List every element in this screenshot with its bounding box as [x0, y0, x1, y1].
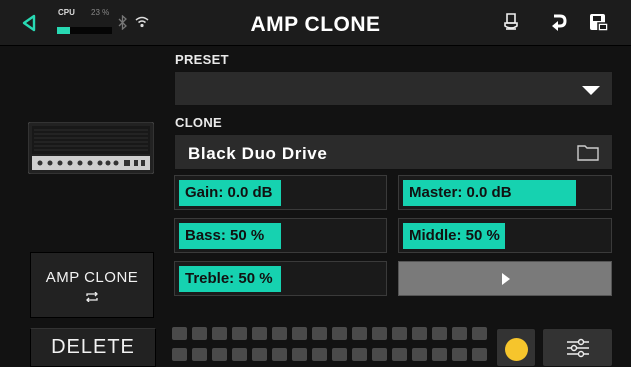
chain-block[interactable] — [312, 327, 327, 340]
delete-button[interactable]: DELETE — [30, 328, 156, 367]
bass-label: Bass: 50 % — [185, 227, 265, 244]
clone-name: Black Duo Drive — [188, 144, 328, 163]
page-title: AMP CLONE — [250, 13, 381, 36]
chain-block[interactable] — [432, 327, 447, 340]
settings-button[interactable] — [542, 328, 613, 367]
amp-clone-button-label: AMP CLONE — [45, 268, 139, 286]
chain-block[interactable] — [332, 327, 347, 340]
chevron-down-icon — [582, 86, 600, 95]
chain-block[interactable] — [252, 327, 267, 340]
save-icon[interactable] — [589, 12, 609, 32]
chain-block[interactable] — [232, 348, 247, 361]
chain-block[interactable] — [352, 327, 367, 340]
tuner-icon[interactable] — [503, 12, 519, 32]
master-label: Master: 0.0 dB — [409, 184, 512, 201]
middle-label: Middle: 50 % — [409, 227, 500, 244]
chain-block[interactable] — [292, 348, 307, 361]
undo-icon[interactable] — [549, 12, 567, 32]
treble-slider[interactable]: Treble: 50 % — [174, 261, 387, 296]
amp-image — [28, 122, 154, 174]
bass-slider[interactable]: Bass: 50 % — [174, 218, 387, 253]
middle-slider[interactable]: Middle: 50 % — [398, 218, 612, 253]
gain-label: Gain: 0.0 dB — [185, 184, 273, 201]
preset-label: PRESET — [175, 52, 229, 67]
signal-chain-blocks — [172, 327, 492, 367]
preset-dropdown[interactable] — [174, 71, 613, 106]
chain-block[interactable] — [272, 348, 287, 361]
chain-block[interactable] — [192, 327, 207, 340]
chain-block[interactable] — [212, 348, 227, 361]
clone-label: CLONE — [175, 115, 222, 130]
chain-block[interactable] — [472, 327, 487, 340]
chain-block[interactable] — [332, 348, 347, 361]
chain-block[interactable] — [372, 348, 387, 361]
chain-block[interactable] — [432, 348, 447, 361]
gain-slider[interactable]: Gain: 0.0 dB — [174, 175, 387, 210]
treble-label: Treble: 50 % — [185, 270, 273, 287]
chain-block[interactable] — [392, 327, 407, 340]
chain-block[interactable] — [372, 327, 387, 340]
chain-block[interactable] — [172, 348, 187, 361]
folder-icon[interactable] — [577, 144, 599, 161]
play-icon — [502, 273, 510, 285]
sliders-icon — [567, 338, 589, 358]
chain-block[interactable] — [292, 327, 307, 340]
status-led — [505, 338, 528, 361]
chain-block[interactable] — [412, 327, 427, 340]
chain-block[interactable] — [312, 348, 327, 361]
top-bar: CPU 23 % AMP CLONE — [0, 0, 631, 46]
amp-clone-button[interactable]: AMP CLONE — [30, 252, 154, 318]
indicator-button[interactable] — [496, 328, 536, 367]
chain-block[interactable] — [172, 327, 187, 340]
chain-block[interactable] — [252, 348, 267, 361]
next-page-button[interactable] — [398, 261, 612, 296]
chain-block[interactable] — [272, 327, 287, 340]
chain-block[interactable] — [452, 327, 467, 340]
chain-block[interactable] — [412, 348, 427, 361]
swap-icon — [86, 291, 98, 302]
chain-block[interactable] — [472, 348, 487, 361]
master-slider[interactable]: Master: 0.0 dB — [398, 175, 612, 210]
chain-block[interactable] — [352, 348, 367, 361]
clone-selector[interactable]: Black Duo Drive — [174, 134, 613, 170]
chain-block[interactable] — [392, 348, 407, 361]
chain-block[interactable] — [232, 327, 247, 340]
chain-block[interactable] — [192, 348, 207, 361]
chain-block[interactable] — [212, 327, 227, 340]
chain-block[interactable] — [452, 348, 467, 361]
